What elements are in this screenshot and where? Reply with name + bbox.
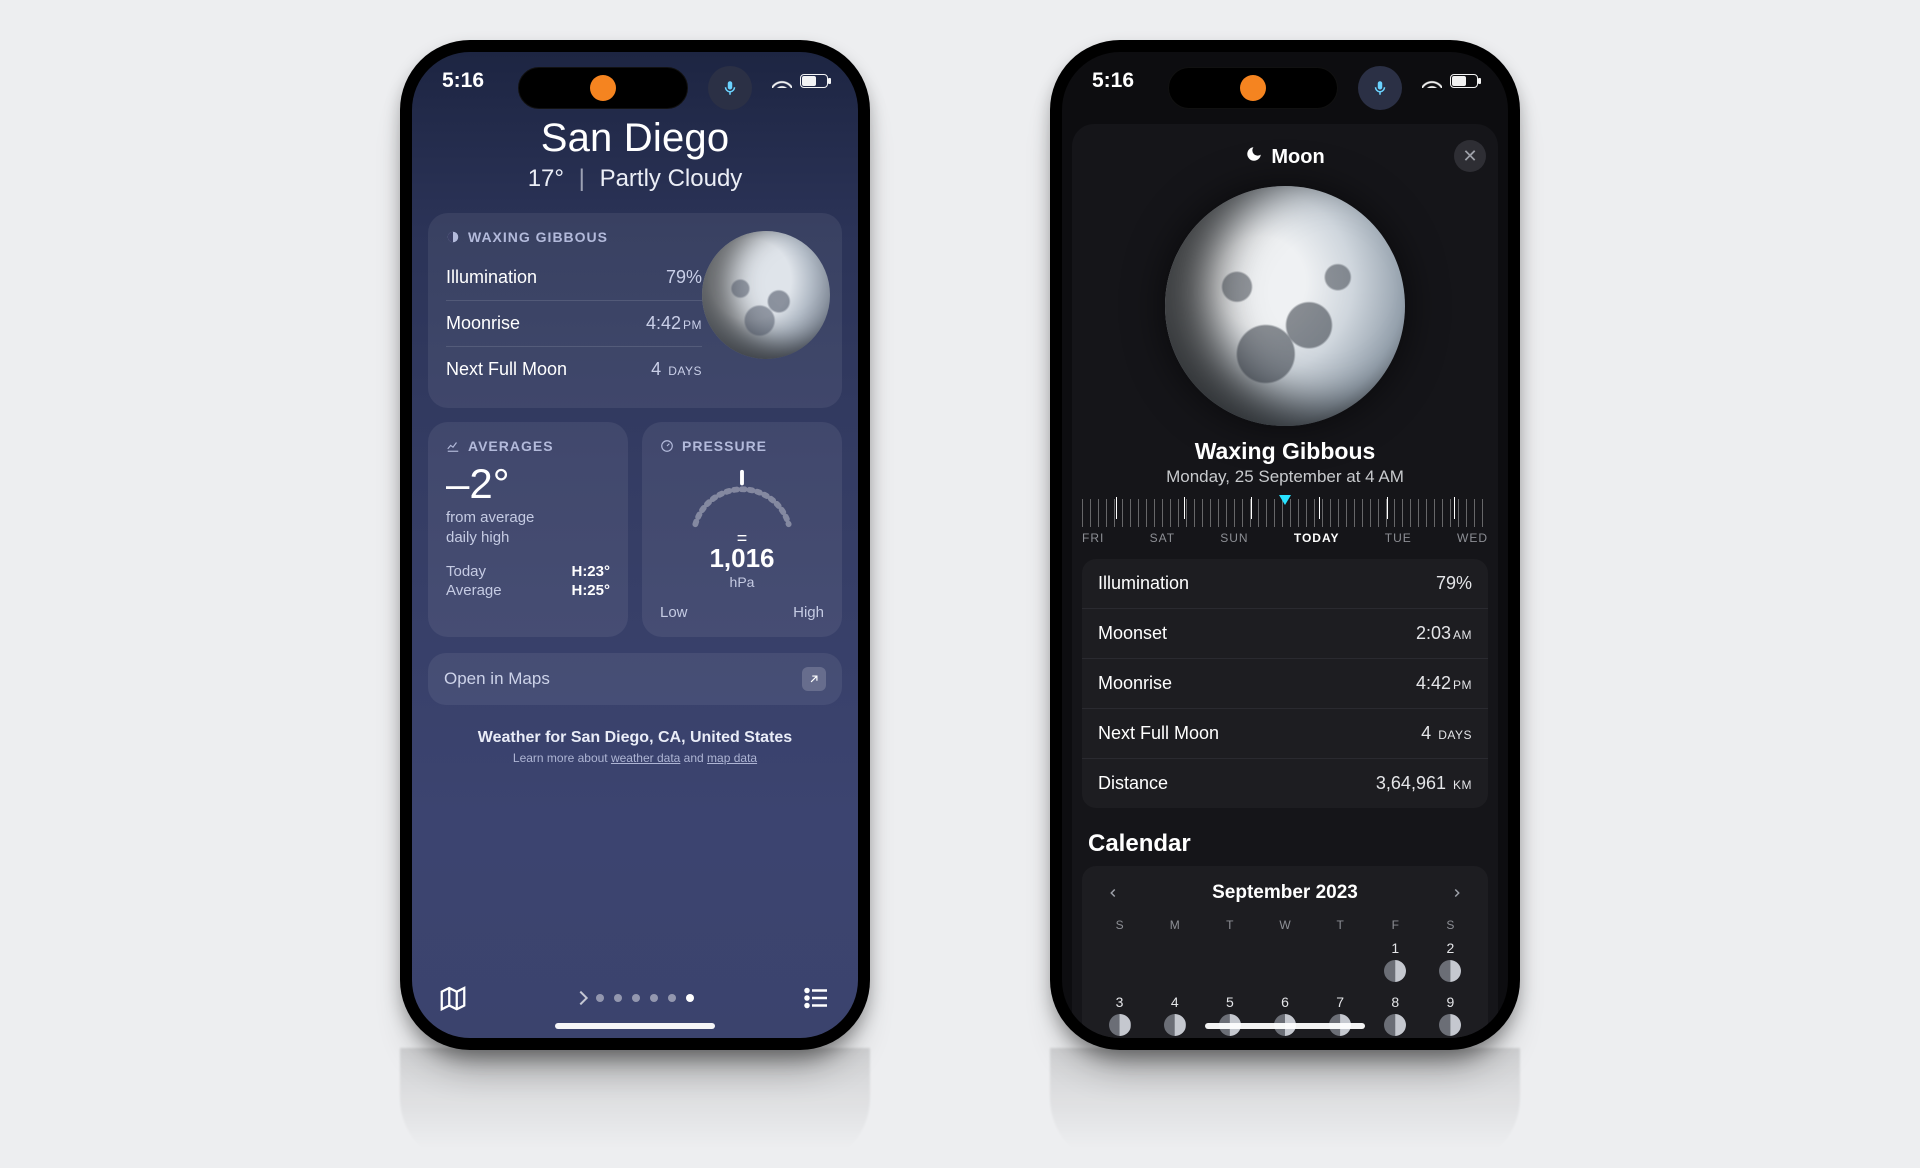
moon-sheet: Moon ✕ Waxing Gibbous Monday, 25 Septemb… [1072,124,1498,1038]
pressure-gauge [682,464,802,532]
current-temp: 17° [528,165,564,192]
wifi-icon [1422,74,1442,88]
calendar-day[interactable]: 7 [1313,994,1368,1036]
moon-thumbnail [702,231,830,359]
weather-data-link[interactable]: weather data [611,751,680,765]
gauge-icon [660,439,674,453]
moon-card-title: WAXING GIBBOUS [468,229,608,245]
phone-weather: 5:16 San Diego 17° | Partly Cloudy [400,40,870,1050]
phase-name: Waxing Gibbous [1072,438,1498,465]
map-button[interactable] [438,983,468,1013]
mic-indicator[interactable] [1358,66,1402,110]
status-right [1422,74,1478,88]
phase-scrubber[interactable] [1082,499,1488,527]
calendar-week-1: 1 2 [1092,940,1478,982]
footer-attribution: Learn more about weather data and map da… [412,751,858,765]
dynamic-island [1168,66,1402,110]
averages-title: AVERAGES [468,438,554,454]
calendar-day[interactable]: 9 [1423,994,1478,1036]
calendar-day[interactable]: 1 [1368,940,1423,982]
wifi-icon [772,74,792,88]
row-illumination: Illumination79% [1082,559,1488,608]
phase-dot-icon [1384,1014,1406,1036]
calendar-card: September 2023 SMTWTFS 1 2 [1082,866,1488,1038]
list-button[interactable] [802,983,832,1013]
calendar-day[interactable]: 8 [1368,994,1423,1036]
open-in-maps-label: Open in Maps [444,669,550,689]
dynamic-island [518,66,752,110]
location-arrow-icon [574,991,588,1005]
city-name: San Diego [412,116,858,161]
moon-stats: Illumination79% Moonset2:03AM Moonrise4:… [1082,559,1488,808]
pressure-card[interactable]: PRESSURE = 1,016 hPa LowHigh [642,422,842,637]
phase-dot-icon [1109,1014,1131,1036]
strava-icon [1240,75,1266,101]
calendar-dow: SMTWTFS [1092,918,1478,932]
activity-pill[interactable] [518,67,688,109]
moon-detail-screen: 5:16 Moon [1062,52,1508,1038]
calendar-heading: Calendar [1088,830,1482,858]
phase-dot-icon [1164,1014,1186,1036]
row-moonrise: Moonrise 4:42PM [446,300,702,346]
moon-icon [1245,145,1263,169]
phone-moon-detail: 5:16 Moon [1050,40,1520,1050]
activity-pill[interactable] [1168,67,1338,109]
moon-phase-icon [446,230,460,244]
phase-dot-icon [1384,960,1406,982]
scrubber-marker[interactable] [1279,495,1291,505]
calendar-day[interactable] [1147,940,1202,982]
external-link-icon [802,667,826,691]
phase-date: Monday, 25 September at 4 AM [1072,467,1498,487]
mic-indicator[interactable] [708,66,752,110]
moon-card[interactable]: WAXING GIBBOUS Illumination 79% Moonrise… [428,213,842,408]
weather-header: San Diego 17° | Partly Cloudy [412,116,858,193]
map-data-link[interactable]: map data [707,751,757,765]
sheet-title: Moon [1245,145,1324,169]
calendar-day[interactable]: 5 [1202,994,1257,1036]
calendar-day[interactable]: 2 [1423,940,1478,982]
calendar-day[interactable] [1313,940,1368,982]
home-indicator[interactable] [555,1023,715,1029]
pressure-unit: hPa [660,574,824,590]
calendar-day[interactable] [1257,940,1312,982]
close-button[interactable]: ✕ [1454,140,1486,172]
moon-image [1165,186,1405,426]
calendar-month: September 2023 [1212,882,1358,904]
row-next-full-moon: Next Full Moon4 DAYS [1082,708,1488,758]
calendar-day[interactable] [1202,940,1257,982]
home-indicator[interactable] [1205,1023,1365,1029]
weather-screen: 5:16 San Diego 17° | Partly Cloudy [412,52,858,1038]
page-dots[interactable] [576,993,694,1003]
prev-month-button[interactable] [1100,880,1126,906]
row-moonrise: Moonrise4:42PM [1082,658,1488,708]
row-distance: Distance3,64,961 KM [1082,758,1488,808]
scrubber-labels: FRISATSUNTODAYTUEWED [1082,531,1488,545]
calendar-week-2: 3 4 5 6 7 8 9 [1092,994,1478,1036]
averages-card[interactable]: AVERAGES –2° from averagedaily high Toda… [428,422,628,637]
status-right [772,74,828,88]
footer-location: Weather for San Diego, CA, United States [412,729,858,747]
clock: 5:16 [1092,69,1134,93]
battery-icon [1450,74,1478,88]
calendar-day[interactable]: 4 [1147,994,1202,1036]
next-month-button[interactable] [1444,880,1470,906]
row-next-full-moon: Next Full Moon 4 DAYS [446,346,702,392]
phase-dot-icon [1439,1014,1461,1036]
averages-delta: –2° [446,460,610,508]
pressure-value: 1,016 [660,543,824,574]
calendar-day[interactable]: 6 [1257,994,1312,1036]
strava-icon [590,75,616,101]
open-in-maps[interactable]: Open in Maps [428,653,842,705]
calendar-day[interactable] [1092,940,1147,982]
condition: Partly Cloudy [600,165,743,192]
phase-dot-icon [1439,960,1461,982]
battery-icon [800,74,828,88]
row-illumination: Illumination 79% [446,255,702,300]
calendar-day[interactable]: 3 [1092,994,1147,1036]
clock: 5:16 [442,69,484,93]
pressure-title: PRESSURE [682,438,767,454]
chart-icon [446,439,460,453]
row-moonset: Moonset2:03AM [1082,608,1488,658]
